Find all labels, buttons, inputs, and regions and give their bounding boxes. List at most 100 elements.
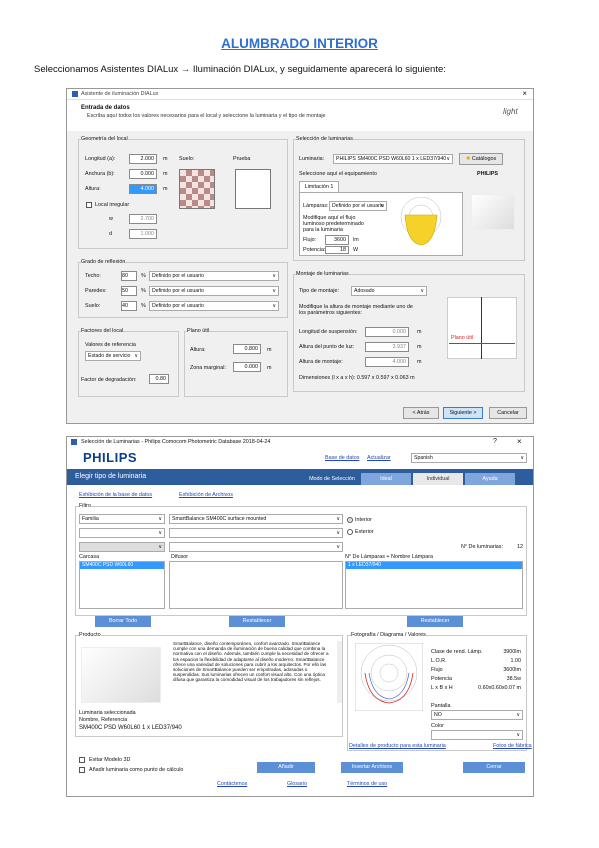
height-label: Altura: bbox=[85, 186, 101, 192]
zone-input[interactable]: 0.000 bbox=[233, 362, 261, 372]
insert-files-button[interactable]: Insertar Archivos bbox=[341, 762, 403, 773]
next-button[interactable]: Siguiente > bbox=[443, 407, 483, 419]
database-view-link[interactable]: Exhibición de la base de datos bbox=[79, 492, 152, 498]
color-select[interactable] bbox=[431, 730, 523, 740]
light-point-label: Altura del punto de luz: bbox=[299, 344, 355, 350]
plane-height-input[interactable]: 0.800 bbox=[233, 344, 261, 354]
pick-label: Seleccione aquí el equipamiento bbox=[299, 171, 377, 177]
factors-legend: Factores del local bbox=[81, 328, 124, 334]
clear-all-button[interactable]: Borrar Todo bbox=[95, 616, 151, 627]
mount-diagram bbox=[447, 297, 517, 359]
contact-link[interactable]: Contáctenos bbox=[217, 781, 247, 787]
length-input[interactable]: 2.000 bbox=[129, 154, 157, 164]
close-icon[interactable]: × bbox=[517, 437, 522, 446]
mount-type-select[interactable]: Adosado bbox=[351, 286, 427, 296]
banner-title: Elegir tipo de luminaria bbox=[75, 473, 147, 480]
value-label: Potencia bbox=[431, 676, 452, 682]
height-input[interactable]: 4.000 bbox=[129, 184, 157, 194]
language-select[interactable]: Spanish bbox=[411, 453, 527, 463]
value-amount: 3600lm bbox=[503, 667, 521, 673]
cancel-button[interactable]: Cancelar bbox=[489, 407, 527, 419]
tab-limitation[interactable]: Limitación 1 bbox=[299, 181, 339, 192]
tab-1[interactable]: Ideal bbox=[361, 473, 411, 485]
files-view-link[interactable]: Exhibición de Archivos bbox=[179, 492, 233, 498]
width-input[interactable]: 0.000 bbox=[129, 169, 157, 179]
screen-select[interactable]: NO bbox=[431, 710, 523, 720]
help-icon[interactable]: ? bbox=[493, 438, 497, 445]
maintenance-input[interactable]: 0.80 bbox=[149, 374, 169, 384]
reflect-mode-select[interactable]: Definido por el usuario bbox=[149, 301, 279, 311]
interior-radio[interactable] bbox=[347, 517, 353, 523]
reflect-value[interactable]: 50 bbox=[121, 286, 137, 296]
entry-title: Entrada de datos bbox=[81, 105, 130, 111]
light-point-input[interactable]: 3.937 bbox=[365, 342, 409, 352]
dialux-assistant-window: Asistente de iluminación DIALux × Entrad… bbox=[66, 88, 534, 424]
reference-select[interactable]: Estado de servicio bbox=[85, 351, 141, 361]
dimensions-text: Dimensiones (l x a x h): 0.597 x 0.597 x… bbox=[299, 375, 415, 381]
count-value: 12 bbox=[517, 544, 523, 550]
reflect-value[interactable]: 80 bbox=[121, 271, 137, 281]
w-input[interactable]: 2.700 bbox=[129, 214, 157, 224]
tab-2[interactable]: Individual bbox=[413, 473, 463, 485]
filter-select-2[interactable] bbox=[79, 528, 165, 538]
add-button[interactable]: Añadir bbox=[257, 762, 315, 773]
series-select[interactable]: SmartBalance SM400C surface mounted bbox=[169, 514, 343, 524]
lamp-count-header: N° De Lámparas + Nombre Lámpara bbox=[345, 554, 433, 560]
family-select[interactable]: Familia bbox=[79, 514, 165, 524]
flux-input[interactable]: 3600 bbox=[325, 235, 349, 245]
reflect-mode-select[interactable]: Definido por el usuario bbox=[149, 271, 279, 281]
irregular-label: Local irregular bbox=[95, 202, 130, 208]
terms-link[interactable]: Términos de uso bbox=[347, 781, 387, 787]
reset-button-2[interactable]: Restablecer bbox=[407, 616, 463, 627]
diffuser-list[interactable] bbox=[169, 561, 343, 609]
reset-button[interactable]: Restablecer bbox=[229, 616, 285, 627]
database-link[interactable]: Base de datos bbox=[325, 455, 359, 461]
update-link[interactable]: Actualizar bbox=[367, 455, 391, 461]
geometry-legend: Geometría del local bbox=[81, 136, 128, 142]
reflect-mode-select[interactable]: Definido por el usuario bbox=[149, 286, 279, 296]
mount-height-input[interactable]: 4.000 bbox=[365, 357, 409, 367]
d-input[interactable]: 1.000 bbox=[129, 229, 157, 239]
luminaire-select[interactable]: PHILIPS SM400C PSD W60L60 1 x LED37/940 bbox=[333, 154, 453, 164]
test-preview bbox=[235, 169, 271, 209]
close-button[interactable]: Cerrar bbox=[463, 762, 525, 773]
close-icon[interactable]: × bbox=[522, 89, 527, 98]
count-label: N° De luminarias: bbox=[461, 544, 503, 550]
suspension-input[interactable]: 0.000 bbox=[365, 327, 409, 337]
lamp-item[interactable]: 1 x LED37/940 bbox=[346, 562, 522, 569]
glossary-link[interactable]: Glosario bbox=[287, 781, 307, 787]
tab-3[interactable]: Ayuda bbox=[465, 473, 515, 485]
catalog-button[interactable]: ✸ Catálogos bbox=[459, 153, 503, 165]
filter-select-5[interactable] bbox=[169, 542, 343, 552]
length-unit: m bbox=[163, 156, 168, 162]
luminaire-photo bbox=[471, 194, 515, 230]
luminaire-selection-window: Selección de Luminarias - Philips Comoco… bbox=[66, 436, 534, 797]
interior-label: Interior bbox=[355, 517, 372, 523]
power-input[interactable]: 18 bbox=[325, 246, 349, 254]
filter-select-4[interactable] bbox=[79, 542, 165, 552]
reflect-value[interactable]: 40 bbox=[121, 301, 137, 311]
floor-pattern-preview[interactable] bbox=[179, 169, 215, 209]
exterior-label: Exterior bbox=[355, 529, 374, 535]
avoid-3d-checkbox[interactable] bbox=[79, 757, 85, 763]
add-calc-point-checkbox[interactable] bbox=[79, 767, 85, 773]
back-button[interactable]: < Atrás bbox=[403, 407, 439, 419]
product-details-link[interactable]: Detalles de producto para esta luminaria bbox=[349, 743, 446, 749]
lamp-select[interactable]: Definido por el usuario bbox=[329, 201, 387, 211]
app-icon bbox=[71, 439, 77, 445]
tab-0[interactable]: Modo de Selección bbox=[307, 473, 357, 485]
width-label: Anchura (b): bbox=[85, 171, 115, 177]
factory-photos-link[interactable]: Fotos de fábrica bbox=[493, 743, 532, 749]
housing-item[interactable]: SM400C PSD W60L60 bbox=[80, 562, 164, 569]
value-amount: 38.5w bbox=[506, 676, 521, 682]
reflect-pct: % bbox=[141, 273, 146, 279]
title-bar: Asistente de iluminación DIALux × bbox=[67, 89, 533, 100]
brand-label: PHILIPS bbox=[477, 171, 498, 177]
window-title: Asistente de iluminación DIALux bbox=[81, 91, 159, 97]
irregular-checkbox[interactable] bbox=[86, 202, 92, 208]
philips-logo: PHILIPS bbox=[83, 450, 138, 465]
mount-type-label: Tipo de montaje: bbox=[299, 288, 339, 294]
filter-select-3[interactable] bbox=[169, 528, 343, 538]
description-scrollbar[interactable] bbox=[337, 641, 342, 703]
exterior-radio[interactable] bbox=[347, 529, 353, 535]
